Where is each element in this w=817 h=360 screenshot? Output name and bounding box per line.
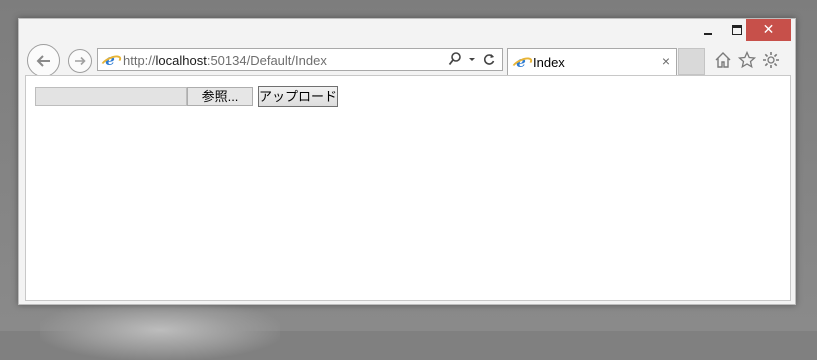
star-icon[interactable] bbox=[737, 50, 757, 70]
maximize-icon bbox=[732, 25, 742, 35]
url-host: localhost bbox=[155, 53, 207, 68]
minimize-button[interactable] bbox=[693, 19, 723, 41]
url-path: :50134/Default/Index bbox=[206, 53, 327, 68]
back-button[interactable] bbox=[27, 44, 60, 77]
page-content: 参照... アップロード bbox=[25, 75, 791, 301]
search-icon[interactable] bbox=[448, 51, 462, 67]
close-window-button[interactable]: ✕ bbox=[746, 19, 791, 41]
ie-logo-icon: e bbox=[103, 53, 117, 68]
tab-title: Index bbox=[533, 55, 565, 70]
refresh-icon[interactable] bbox=[482, 51, 496, 67]
gear-icon[interactable] bbox=[761, 50, 781, 70]
browser-window: ✕ e http://localhost:50134/Default/Index bbox=[18, 18, 796, 305]
new-tab-button[interactable] bbox=[678, 48, 705, 75]
url-text[interactable]: http://localhost:50134/Default/Index bbox=[123, 53, 327, 68]
toolbar-icons bbox=[713, 50, 781, 70]
address-tools bbox=[448, 51, 496, 67]
tab-index[interactable]: e Index × bbox=[507, 48, 677, 75]
upload-button[interactable]: アップロード bbox=[258, 86, 338, 107]
chevron-down-icon[interactable] bbox=[468, 51, 476, 67]
desktop-background-shape bbox=[40, 300, 280, 360]
back-arrow-icon bbox=[36, 54, 50, 67]
tab-close-icon[interactable]: × bbox=[662, 54, 670, 68]
address-bar[interactable]: e http://localhost:50134/Default/Index bbox=[97, 48, 503, 71]
forward-button[interactable] bbox=[68, 49, 92, 73]
tab-ie-logo-icon: e bbox=[514, 55, 528, 70]
url-prefix: http:// bbox=[123, 53, 156, 68]
close-icon: ✕ bbox=[762, 22, 775, 38]
home-icon[interactable] bbox=[713, 50, 733, 70]
forward-arrow-icon bbox=[75, 56, 86, 66]
browse-button[interactable]: 参照... bbox=[187, 87, 253, 106]
file-path-field[interactable] bbox=[35, 87, 187, 106]
minimize-icon bbox=[704, 33, 712, 35]
